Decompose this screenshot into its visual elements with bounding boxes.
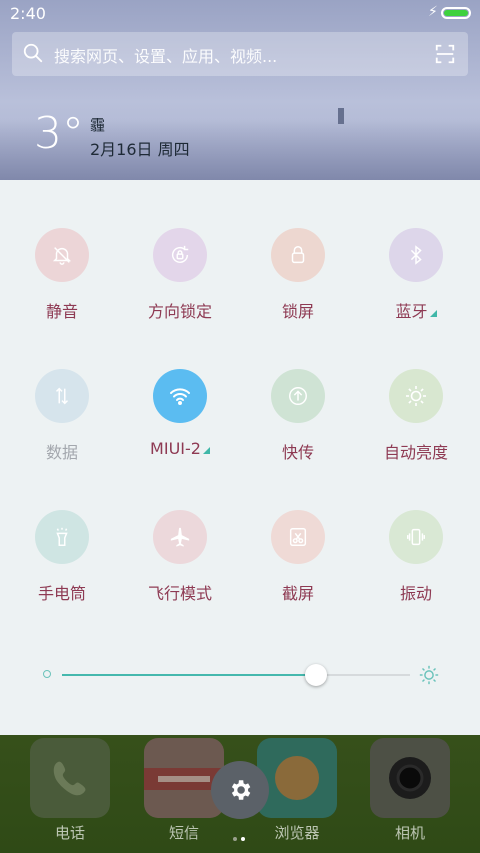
- wallpaper-chimney: [338, 108, 344, 124]
- tile-label: 飞行模式: [147, 584, 212, 603]
- dock-app-messages[interactable]: [144, 738, 224, 818]
- charging-icon: ⚡: [428, 4, 438, 20]
- tile-label: 锁屏: [281, 302, 314, 321]
- tile-label: 数据: [45, 443, 78, 462]
- search-placeholder: 搜索网页、设置、应用、视频...: [54, 47, 278, 66]
- rotation-lock-icon: [153, 228, 207, 282]
- expand-indicator-icon: [429, 310, 437, 317]
- status-time: 2:40: [10, 4, 46, 23]
- messages-icon: [144, 768, 224, 790]
- brightness-low-icon: [43, 670, 51, 678]
- brightness-slider[interactable]: [40, 660, 440, 690]
- upload-icon: [271, 369, 325, 423]
- silent-bell-icon: [35, 228, 89, 282]
- search-bar[interactable]: 搜索网页、设置、应用、视频...: [12, 32, 468, 76]
- screenshot-icon: [271, 510, 325, 564]
- brightness-high-icon: [419, 665, 439, 685]
- vibrate-icon: [389, 510, 443, 564]
- mobile-data-icon: [35, 369, 89, 423]
- dock-label: 浏览器: [274, 824, 320, 842]
- page-dot: [233, 837, 237, 841]
- tile-airplane-mode[interactable]: 飞行模式: [121, 510, 239, 630]
- bluetooth-icon: [389, 228, 443, 282]
- status-bar: 2:40 ⚡: [0, 0, 480, 28]
- tile-quick-transfer[interactable]: 快传: [239, 369, 357, 489]
- tile-label: 振动: [399, 584, 432, 603]
- battery-icon: [441, 7, 471, 19]
- weather-temperature[interactable]: 3°: [34, 108, 84, 159]
- tile-label: 自动亮度: [383, 443, 448, 462]
- tile-flashlight[interactable]: 手电筒: [3, 510, 121, 630]
- tile-label-with-menu: 蓝牙: [357, 298, 475, 322]
- page-indicator: [231, 826, 251, 841]
- tile-wifi[interactable]: MIUI-2: [121, 369, 239, 489]
- tile-vibrate[interactable]: 振动: [357, 510, 475, 630]
- lock-icon: [271, 228, 325, 282]
- brightness-fill: [62, 674, 317, 676]
- camera-icon: [389, 757, 431, 799]
- tile-lock-screen[interactable]: 锁屏: [239, 228, 357, 348]
- tile-label: 截屏: [281, 584, 314, 603]
- tile-screenshot[interactable]: 截屏: [239, 510, 357, 630]
- brightness-thumb[interactable]: [305, 664, 328, 686]
- search-icon: [23, 43, 43, 63]
- expand-indicator-icon: [202, 447, 210, 454]
- wifi-icon: [153, 369, 207, 423]
- weather-date: 2月16日 周四: [90, 140, 190, 159]
- dock-app-browser[interactable]: [257, 738, 337, 818]
- tile-auto-brightness[interactable]: 自动亮度: [357, 369, 475, 489]
- weather-condition: 霾: [90, 116, 106, 134]
- dock-app-phone[interactable]: [30, 738, 110, 818]
- tile-label-with-menu: MIUI-2: [121, 439, 239, 458]
- dock-label: 电话: [54, 824, 85, 842]
- auto-brightness-icon: [389, 369, 443, 423]
- tile-rotation-lock[interactable]: 方向锁定: [121, 228, 239, 348]
- page-dot-active: [241, 837, 245, 841]
- tile-silent[interactable]: 静音: [3, 228, 121, 348]
- gear-icon: [231, 780, 251, 800]
- brightness-track[interactable]: [62, 664, 410, 686]
- tile-bluetooth[interactable]: 蓝牙: [357, 228, 475, 348]
- tile-label: 方向锁定: [147, 302, 212, 321]
- phone-icon: [53, 761, 86, 796]
- dock-label: 相机: [394, 824, 425, 842]
- tile-label: 快传: [281, 443, 314, 462]
- quick-settings-panel: 静音 方向锁定 锁屏 蓝牙 数据 MIUI-2 快传 自动亮度 手电筒 飞行模式…: [0, 180, 480, 735]
- scan-icon[interactable]: [434, 43, 456, 65]
- flashlight-icon: [35, 510, 89, 564]
- airplane-icon: [153, 510, 207, 564]
- tile-label: 静音: [45, 302, 78, 321]
- settings-button[interactable]: [211, 761, 269, 819]
- dock-app-camera[interactable]: [370, 738, 450, 818]
- tile-mobile-data[interactable]: 数据: [3, 369, 121, 489]
- browser-icon: [275, 756, 319, 800]
- dock-label: 短信: [168, 824, 199, 842]
- tile-label: 手电筒: [37, 584, 86, 603]
